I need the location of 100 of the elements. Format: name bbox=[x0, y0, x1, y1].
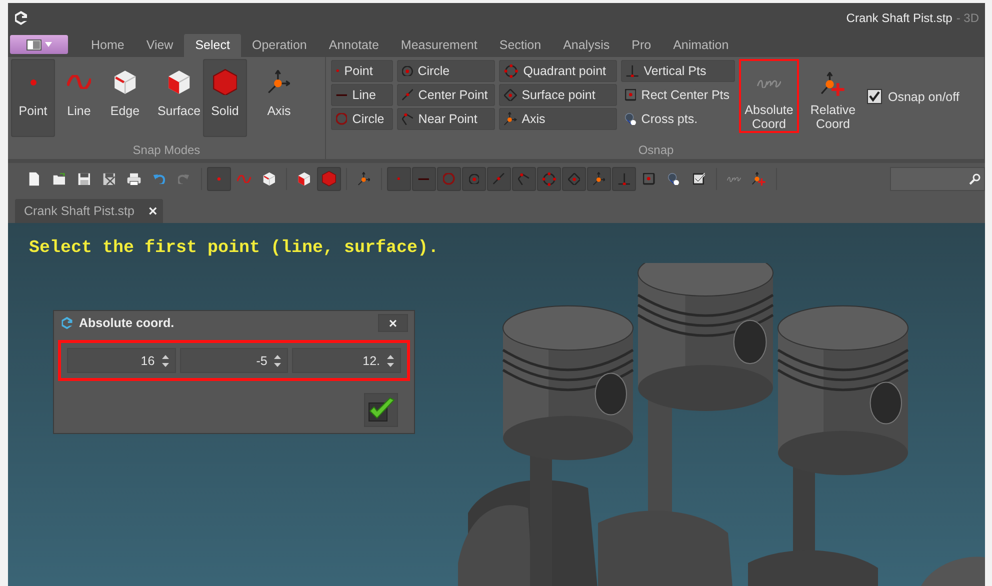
group-label: Osnap bbox=[637, 142, 675, 159]
scribble-icon bbox=[727, 176, 741, 182]
osnap-button[interactable]: Near Point bbox=[397, 108, 495, 130]
polyline-point-icon bbox=[402, 112, 414, 126]
ribbon-tab[interactable]: Operation bbox=[240, 34, 318, 57]
app-logo-icon bbox=[13, 10, 29, 26]
segment-midpoint-icon bbox=[402, 89, 414, 101]
diamond-point-icon bbox=[568, 172, 580, 186]
perpendicular-icon bbox=[626, 64, 639, 78]
polyline-point-icon bbox=[518, 172, 530, 186]
osnap-button[interactable]: Axis bbox=[499, 108, 617, 130]
ribbon-tab[interactable]: Analysis bbox=[552, 34, 621, 57]
checkbox-icon bbox=[692, 173, 706, 185]
dot-icon bbox=[336, 69, 340, 73]
window-title-suffix: - 3D bbox=[956, 10, 979, 24]
save-as-icon bbox=[102, 172, 116, 186]
spinner-arrows-icon bbox=[387, 354, 394, 368]
cube-face-icon bbox=[168, 70, 190, 94]
circle-center-icon bbox=[468, 174, 480, 184]
command-prompt: Select the first point (line, surface). bbox=[29, 238, 439, 258]
osnap-button[interactable]: Surface point bbox=[499, 84, 617, 106]
ring-icon bbox=[336, 113, 348, 125]
snap-mode-button[interactable]: Line bbox=[57, 59, 101, 137]
osnap-checkbox[interactable]: Osnap on/off bbox=[867, 89, 960, 104]
axes-icon bbox=[504, 112, 517, 126]
osnap-button[interactable]: Point bbox=[331, 60, 393, 82]
ribbon-tab[interactable]: Measurement bbox=[390, 34, 488, 57]
square-center-icon bbox=[643, 173, 655, 185]
scribble-icon bbox=[756, 80, 782, 88]
axes-icon bbox=[358, 172, 370, 186]
axes-plus-icon bbox=[752, 172, 766, 186]
cube-edge-icon bbox=[114, 70, 136, 94]
ribbon-tab[interactable]: Pro bbox=[620, 34, 662, 57]
print-icon bbox=[127, 172, 141, 186]
snap-mode-button[interactable]: Solid bbox=[203, 59, 247, 137]
dot-icon bbox=[397, 177, 401, 181]
close-button[interactable]: × bbox=[378, 314, 408, 332]
redo-icon bbox=[178, 174, 190, 184]
osnap-button[interactable]: Rect Center Pts bbox=[621, 84, 735, 106]
snap-mode-button[interactable]: Axis bbox=[257, 59, 301, 137]
search-icon bbox=[969, 173, 981, 185]
coordinate-field[interactable]: 16 bbox=[67, 348, 176, 373]
hexagon-icon bbox=[322, 171, 336, 187]
close-tab-button[interactable]: × bbox=[148, 204, 158, 218]
undo-icon bbox=[153, 174, 165, 184]
app-logo-icon bbox=[60, 316, 74, 330]
search-field[interactable] bbox=[890, 167, 985, 191]
osnap-button[interactable]: Circle bbox=[397, 60, 495, 82]
document-tab-label: Crank Shaft Pist.stp bbox=[24, 204, 134, 218]
coordinate-field[interactable]: 12. bbox=[292, 348, 402, 373]
snap-mode-button[interactable]: Point bbox=[11, 59, 55, 137]
ribbon-tab[interactable]: View bbox=[135, 34, 184, 57]
segment-midpoint-icon bbox=[493, 173, 505, 185]
square-center-icon bbox=[625, 89, 636, 101]
circle-center-icon bbox=[402, 66, 413, 76]
cube-face-icon bbox=[298, 172, 310, 186]
app-menu-button[interactable] bbox=[10, 35, 68, 54]
osnap-button[interactable]: Line bbox=[331, 84, 393, 106]
ribbon-tab[interactable]: Home bbox=[80, 34, 136, 57]
new-file-icon bbox=[28, 172, 40, 186]
coord-button[interactable]: Relative Coord bbox=[803, 59, 863, 133]
dash-icon bbox=[336, 94, 348, 96]
checkmark-icon bbox=[366, 397, 396, 423]
osnap-button[interactable]: Cross pts. bbox=[621, 108, 735, 130]
wave-icon bbox=[66, 74, 92, 90]
cube-edge-icon bbox=[262, 172, 276, 186]
axes-plus-icon bbox=[821, 72, 845, 96]
spinner-arrows-icon bbox=[162, 354, 169, 368]
caret-icon bbox=[45, 42, 52, 47]
ribbon-tab[interactable]: Section bbox=[488, 34, 552, 57]
confirm-button[interactable] bbox=[364, 393, 398, 427]
snap-mode-button[interactable]: Surface bbox=[157, 59, 201, 137]
save-icon bbox=[78, 172, 90, 186]
group-label: Snap Modes bbox=[132, 142, 202, 159]
dot-icon bbox=[217, 177, 221, 181]
ribbon-tab[interactable]: Animation bbox=[662, 34, 740, 57]
diamond-point-icon bbox=[504, 88, 517, 102]
ring-icon bbox=[443, 173, 455, 185]
coordinate-field[interactable]: -5 bbox=[180, 348, 288, 373]
coord-button[interactable]: Absolute Coord bbox=[739, 59, 799, 133]
open-folder-icon bbox=[52, 173, 66, 185]
panel-layout-icon bbox=[26, 38, 42, 50]
sphere-point-icon bbox=[625, 112, 636, 126]
osnap-button[interactable]: Circle bbox=[331, 108, 393, 130]
sphere-point-icon bbox=[668, 172, 680, 186]
perpendicular-icon bbox=[618, 172, 630, 186]
axes-icon bbox=[592, 172, 606, 186]
ribbon-tab[interactable]: Annotate bbox=[318, 34, 390, 57]
dialog-title: Absolute coord. bbox=[79, 316, 174, 330]
ribbon-tab[interactable]: Select bbox=[184, 34, 241, 57]
snap-mode-button[interactable]: Edge bbox=[103, 59, 147, 137]
dash-icon bbox=[418, 178, 430, 180]
hexagon-icon bbox=[212, 68, 238, 96]
document-tab[interactable]: Crank Shaft Pist.stp × bbox=[15, 199, 164, 223]
osnap-button[interactable]: Vertical Pts bbox=[621, 60, 735, 82]
osnap-button[interactable]: Quadrant point bbox=[499, 60, 617, 82]
wave-icon bbox=[237, 174, 251, 184]
spinner-arrows-icon bbox=[274, 354, 282, 368]
osnap-button[interactable]: Center Point bbox=[397, 84, 495, 106]
axes-icon bbox=[268, 70, 290, 94]
